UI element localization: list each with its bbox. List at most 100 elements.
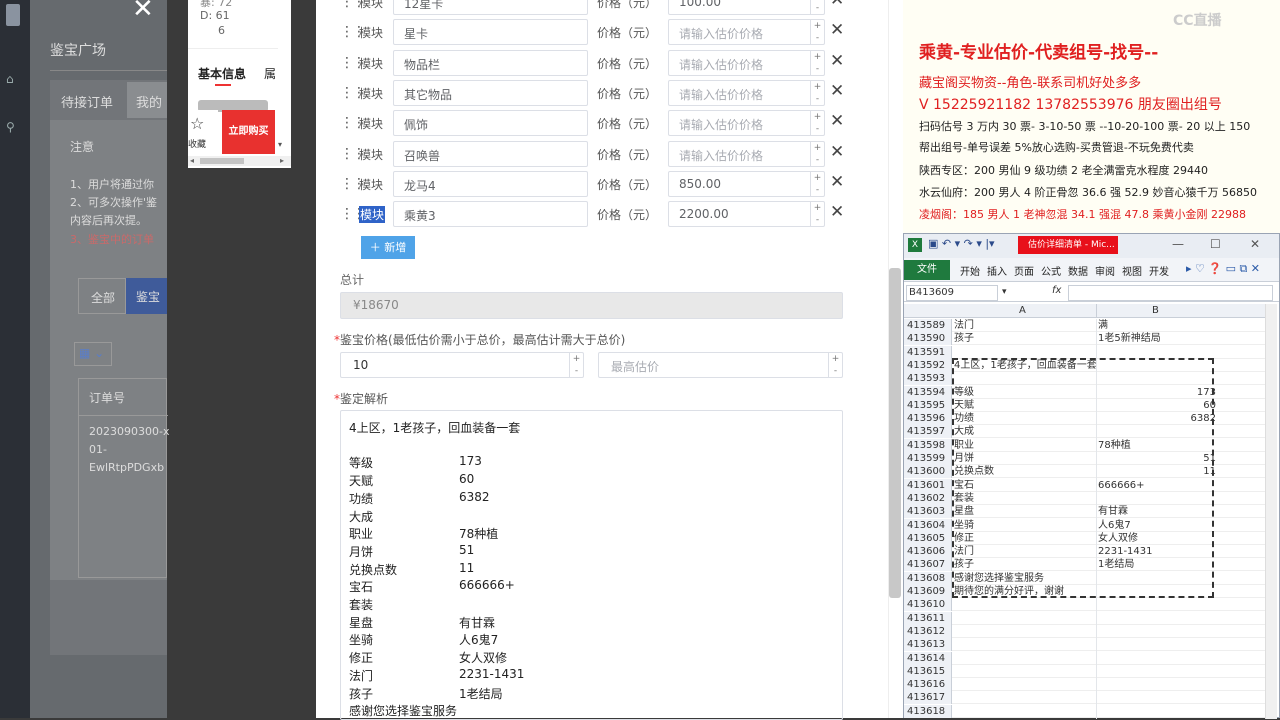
row-number[interactable]: 413598: [904, 438, 952, 452]
menu-icon[interactable]: [6, 4, 20, 26]
close-icon[interactable]: ✕: [830, 202, 844, 222]
tab-pending[interactable]: 待接订单: [61, 92, 113, 111]
minimize-icon[interactable]: —: [1172, 237, 1184, 251]
row-number[interactable]: 413607: [904, 558, 952, 572]
name-box[interactable]: B413609: [906, 285, 998, 301]
chevron-down-icon[interactable]: ▾: [1002, 287, 1007, 297]
sheet-row[interactable]: 413617: [904, 691, 1274, 705]
ribbon-help-icons[interactable]: ▸ ♡ ❓ ▭ ⧉ ✕: [1186, 262, 1260, 276]
row-number[interactable]: 413608: [904, 571, 952, 585]
price-input[interactable]: 850.00 + -: [668, 170, 825, 197]
close-icon[interactable]: ✕: [830, 0, 844, 10]
row-number[interactable]: 413595: [904, 398, 952, 412]
quick-access-icons[interactable]: ▣ ↶ ▾ ↷ ▾ |▾: [928, 237, 995, 250]
row-number[interactable]: 413617: [904, 691, 952, 705]
row-number[interactable]: 413601: [904, 478, 952, 492]
row-number[interactable]: 413613: [904, 638, 952, 652]
row-number[interactable]: 413604: [904, 518, 952, 532]
close-icon[interactable]: ✕: [132, 0, 154, 24]
price-stepper[interactable]: +-: [810, 141, 824, 166]
row-number[interactable]: 413591: [904, 345, 952, 359]
row-number[interactable]: 413615: [904, 664, 952, 678]
home-icon[interactable]: ⌂: [6, 72, 22, 88]
price-input[interactable]: 请输入估价价格 + -: [668, 110, 825, 137]
dropdown-arrow-icon[interactable]: ▾: [278, 140, 282, 149]
module-name-input[interactable]: 其它物品: [393, 79, 588, 106]
row-number[interactable]: 413616: [904, 678, 952, 692]
sheet-row[interactable]: 413613: [904, 638, 1274, 652]
sheet-row[interactable]: 413610: [904, 598, 1274, 612]
module-name-input[interactable]: 召唤兽: [393, 140, 588, 167]
close-window-icon[interactable]: ✕: [1250, 237, 1260, 251]
row-number[interactable]: 413612: [904, 624, 952, 638]
sheet-row[interactable]: 413590 孩子 1老5新神结局: [904, 332, 1274, 346]
ribbon-tab[interactable]: 视图: [1122, 263, 1142, 278]
price-stepper[interactable]: +-: [810, 202, 824, 227]
filter-jianbao-button[interactable]: 鉴宝: [126, 278, 167, 314]
ribbon-tab[interactable]: 开发: [1149, 263, 1169, 278]
row-number[interactable]: 413603: [904, 505, 952, 519]
module-name-input[interactable]: 龙马4: [393, 170, 588, 197]
formula-input[interactable]: [1068, 285, 1273, 301]
max-price-stepper[interactable]: + -: [828, 353, 842, 377]
close-icon[interactable]: ✕: [830, 142, 844, 162]
max-price-input[interactable]: 最高估价 + -: [598, 352, 843, 378]
close-icon[interactable]: ✕: [830, 172, 844, 192]
favorite-button[interactable]: ☆ 收藏: [188, 110, 218, 155]
cell-b[interactable]: 1老5新神结局: [1098, 332, 1161, 345]
search-icon[interactable]: ⚲: [6, 120, 22, 136]
row-number[interactable]: 413611: [904, 611, 952, 625]
price-stepper[interactable]: +-: [810, 171, 824, 196]
min-price-input[interactable]: 10 + -: [340, 352, 584, 378]
row-number[interactable]: 413596: [904, 412, 952, 426]
close-icon[interactable]: ✕: [830, 20, 844, 40]
row-number[interactable]: 413599: [904, 452, 952, 465]
tab-basic-info[interactable]: 基本信息: [198, 65, 246, 82]
sheet-row[interactable]: 413589 法门 满: [904, 319, 1274, 332]
cell-a[interactable]: 法门: [954, 319, 974, 332]
close-icon[interactable]: ✕: [830, 81, 844, 101]
row-number[interactable]: 413605: [904, 531, 952, 545]
row-number[interactable]: 413618: [904, 704, 952, 718]
row-number[interactable]: 413589: [904, 319, 952, 332]
tab-mine[interactable]: 我的: [136, 92, 162, 111]
module-name-input[interactable]: 星卡: [393, 19, 588, 46]
row-number[interactable]: 413602: [904, 491, 952, 505]
row-number[interactable]: 413614: [904, 651, 952, 665]
price-stepper[interactable]: +-: [810, 80, 824, 105]
sheet-row[interactable]: 413616: [904, 678, 1274, 692]
sheet-row[interactable]: 413591: [904, 345, 1274, 359]
cell-b[interactable]: 满: [1098, 319, 1108, 332]
row-number[interactable]: 413610: [904, 598, 952, 612]
price-stepper[interactable]: +-: [810, 111, 824, 136]
tab-attributes[interactable]: 属: [264, 65, 276, 82]
row-number[interactable]: 413592: [904, 358, 952, 372]
sheet-row[interactable]: 413612: [904, 624, 1274, 638]
add-module-button[interactable]: ＋ 新增: [361, 236, 415, 259]
horizontal-scrollbar[interactable]: ◂ ▸: [188, 156, 291, 166]
sheet-row[interactable]: 413618: [904, 704, 1274, 718]
ribbon-tab[interactable]: 页面: [1014, 263, 1034, 278]
ribbon-tab[interactable]: 公式: [1041, 263, 1061, 278]
module-name-input[interactable]: 佩饰: [393, 110, 588, 137]
price-stepper[interactable]: +-: [810, 0, 824, 14]
row-number[interactable]: 413593: [904, 372, 952, 386]
vertical-scrollbar-thumb[interactable]: [889, 268, 901, 598]
price-input[interactable]: 请输入估价价格 + -: [668, 79, 825, 106]
buy-now-button[interactable]: 立即购买: [222, 110, 275, 154]
maximize-icon[interactable]: ☐: [1210, 237, 1221, 251]
sheet-row[interactable]: 413611: [904, 611, 1274, 625]
ribbon-tab[interactable]: 数据: [1068, 263, 1088, 278]
analysis-textarea[interactable]: 4上区，1老孩子，回血装备一套 等级 173 天赋 60 功绩 6382 大成 职业 78种植 月饼…: [340, 410, 843, 720]
ribbon-tab[interactable]: 文件: [904, 260, 950, 280]
grid-view-icon[interactable]: ▦ ⌄: [74, 342, 112, 366]
row-number[interactable]: 413609: [904, 585, 952, 598]
price-input[interactable]: 2200.00 + -: [668, 201, 825, 228]
ribbon-tab[interactable]: 插入: [987, 263, 1007, 278]
fx-icon[interactable]: fx: [1052, 285, 1061, 296]
sheet-row[interactable]: 413614: [904, 651, 1274, 665]
min-price-stepper[interactable]: + -: [569, 353, 583, 377]
price-input[interactable]: 请输入估价价格 + -: [668, 49, 825, 76]
filter-all-button[interactable]: 全部: [78, 278, 126, 314]
column-header-a[interactable]: A: [1019, 305, 1026, 316]
